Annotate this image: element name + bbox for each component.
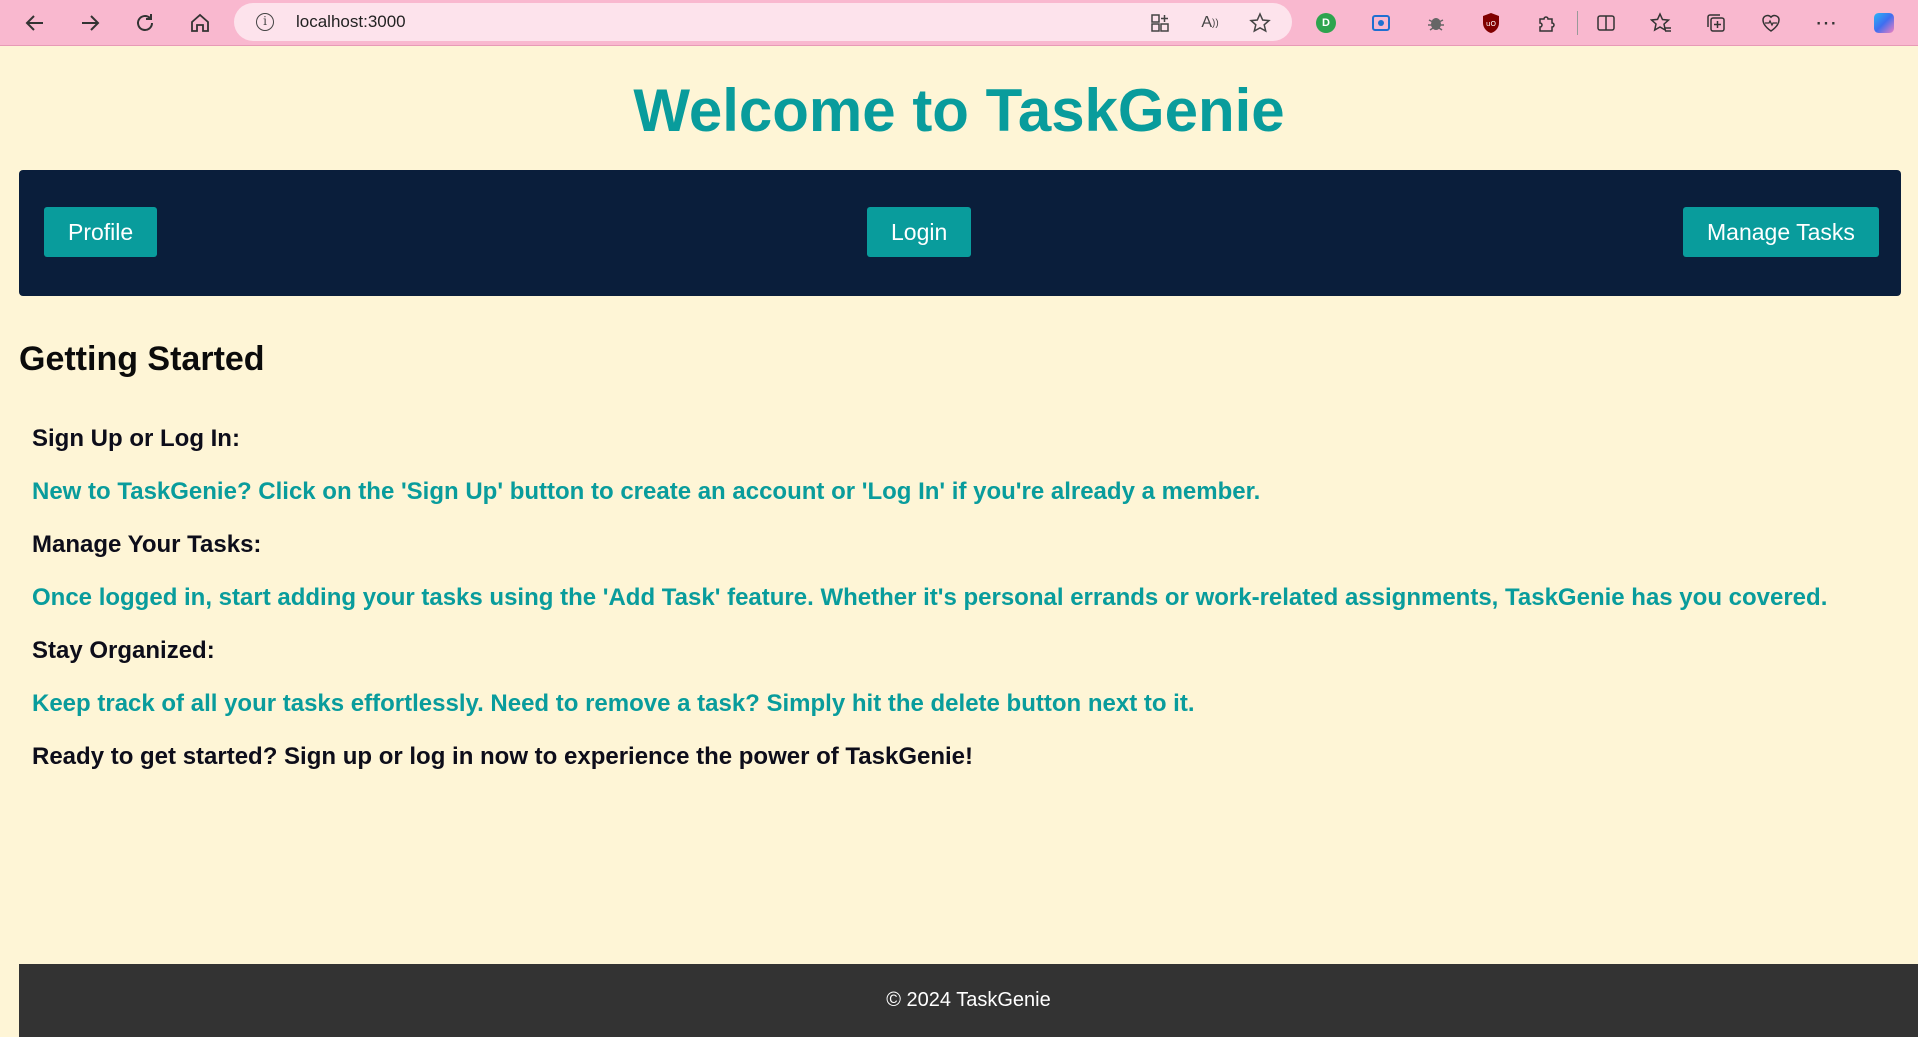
stay-organized-description: Keep track of all your tasks effortlessl… bbox=[32, 690, 1195, 717]
manage-tasks-label: Manage Your Tasks: bbox=[32, 531, 262, 558]
read-aloud-icon[interactable]: A)) bbox=[1198, 11, 1222, 35]
address-url[interactable]: localhost:3000 bbox=[296, 12, 406, 32]
getting-started-heading: Getting Started bbox=[19, 340, 265, 378]
extension-green-icon[interactable]: D bbox=[1312, 9, 1340, 37]
copilot-icon[interactable] bbox=[1870, 9, 1898, 37]
split-screen-icon[interactable] bbox=[1592, 9, 1620, 37]
login-button[interactable]: Login bbox=[867, 207, 972, 257]
ublock-shield-icon[interactable]: uO bbox=[1477, 9, 1505, 37]
footer-copyright: © 2024 TaskGenie bbox=[886, 989, 1051, 1011]
collections-icon[interactable] bbox=[1702, 9, 1730, 37]
svg-text:uO: uO bbox=[1486, 20, 1496, 28]
reload-icon[interactable] bbox=[128, 8, 162, 38]
screen-capture-icon[interactable] bbox=[1367, 9, 1395, 37]
site-info-icon[interactable]: i bbox=[256, 13, 274, 31]
back-arrow-icon[interactable] bbox=[18, 8, 52, 38]
page-title: Welcome to TaskGenie bbox=[633, 77, 1285, 144]
sign-up-label: Sign Up or Log In: bbox=[32, 425, 240, 452]
browser-toolbar: i localhost:3000 A)) D uO ⋯ bbox=[0, 0, 1918, 46]
address-bar[interactable]: i localhost:3000 A)) bbox=[234, 3, 1292, 41]
profile-button[interactable]: Profile bbox=[44, 207, 158, 257]
favorites-icon[interactable] bbox=[1647, 9, 1675, 37]
app-available-icon[interactable] bbox=[1148, 11, 1172, 35]
bug-icon[interactable] bbox=[1422, 9, 1450, 37]
favorite-star-icon[interactable] bbox=[1248, 11, 1272, 35]
browser-essentials-icon[interactable] bbox=[1757, 9, 1785, 37]
home-icon[interactable] bbox=[183, 8, 217, 38]
forward-arrow-icon[interactable] bbox=[73, 8, 107, 38]
manage-tasks-button[interactable]: Manage Tasks bbox=[1683, 207, 1879, 257]
main-navbar: Profile Login Manage Tasks bbox=[19, 170, 1901, 296]
toolbar-divider bbox=[1577, 11, 1578, 35]
manage-tasks-description: Once logged in, start adding your tasks … bbox=[32, 584, 1828, 611]
extensions-puzzle-icon[interactable] bbox=[1532, 9, 1560, 37]
page-footer: © 2024 TaskGenie bbox=[19, 964, 1918, 1037]
more-options-icon[interactable]: ⋯ bbox=[1812, 9, 1840, 37]
sign-up-description: New to TaskGenie? Click on the 'Sign Up'… bbox=[32, 478, 1261, 505]
stay-organized-label: Stay Organized: bbox=[32, 637, 215, 664]
closing-call-to-action: Ready to get started? Sign up or log in … bbox=[32, 743, 974, 770]
